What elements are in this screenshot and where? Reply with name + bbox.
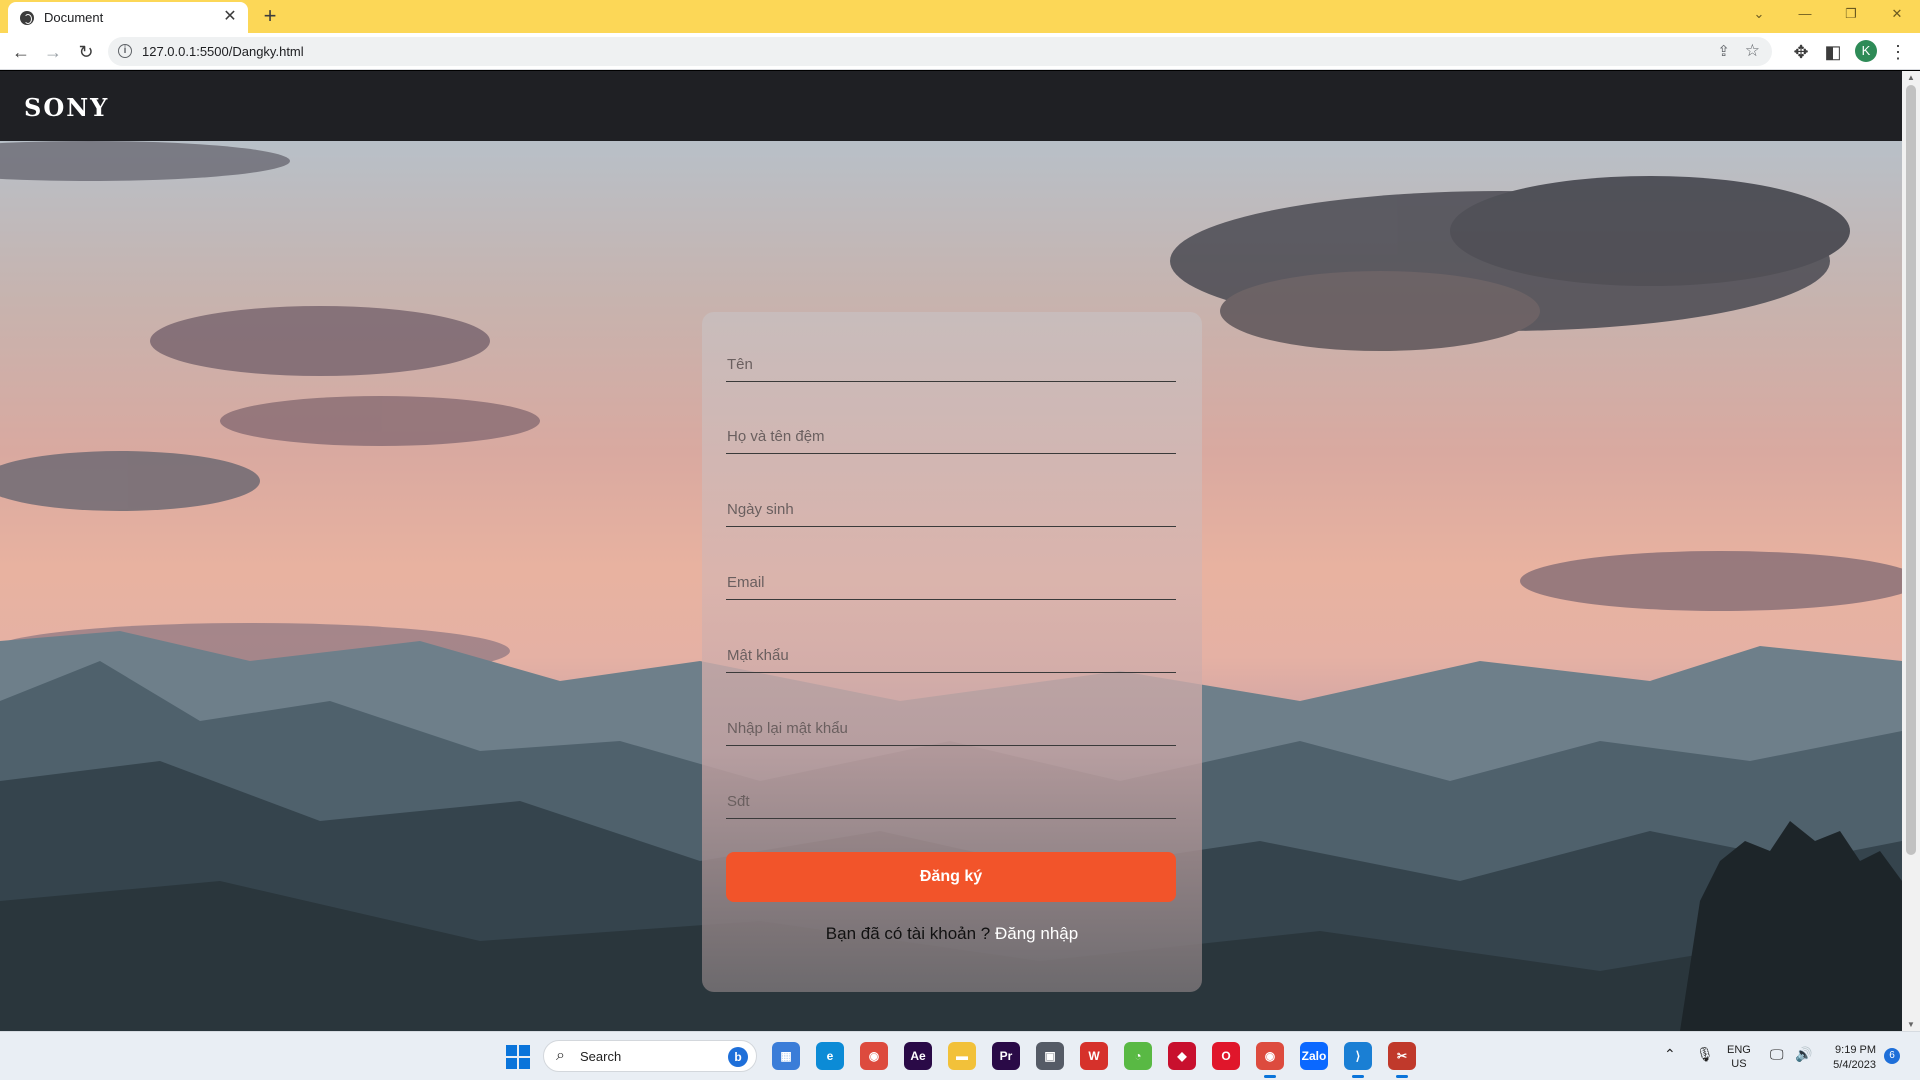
phone-input[interactable] — [726, 775, 1176, 818]
taskbar-clock[interactable]: 9:19 PM 5/4/2023 — [1820, 1043, 1876, 1073]
signup-form: Đăng ký Bạn đã có tài khoản ? Đăng nhập — [702, 312, 1202, 992]
microphone-icon[interactable]: 🎙 — [1696, 1046, 1714, 1063]
browser-toolbar: ← → ↻ i 127.0.0.1:5500/Dangky.html ⇪ ☆ ✥… — [0, 33, 1920, 70]
app-grid-icon[interactable]: ▣ — [1036, 1042, 1064, 1070]
search-icon: ⌕ — [556, 1047, 565, 1064]
premiere-icon[interactable]: Pr — [992, 1042, 1020, 1070]
scrollbar-thumb[interactable] — [1906, 85, 1916, 855]
last-name-input[interactable] — [726, 410, 1176, 453]
share-icon[interactable]: ⇪ — [1717, 42, 1730, 60]
opera-icon[interactable]: O — [1212, 1042, 1240, 1070]
password-field — [726, 629, 1176, 673]
page-viewport: SONY Tên Họ và tên đệm Ngày sinh Email S… — [0, 71, 1902, 1031]
network-icon[interactable]: 🖵 — [1770, 1046, 1784, 1063]
store-icon[interactable]: ▦ — [772, 1042, 800, 1070]
birthdate-field — [726, 483, 1176, 527]
lang-code: ENG — [1727, 1044, 1751, 1056]
window-controls: ⌄ — ❐ ✕ — [1736, 0, 1920, 30]
windows-taskbar: ⌕ Search b ▦ e ◉ Ae ▬ Pr ▣ W ◔ ◆ O ◉ Zalo ⟩ ✂ ⌃ 🎙 ENG … — [0, 1031, 1920, 1080]
address-url[interactable]: 127.0.0.1:5500/Dangky.html — [142, 44, 304, 59]
first-name-input[interactable] — [726, 338, 1176, 381]
tab-close-icon[interactable]: ✕ — [220, 7, 240, 27]
taskbar-search[interactable]: ⌕ Search b — [543, 1040, 757, 1072]
minimize-icon[interactable]: — — [1782, 0, 1828, 30]
notification-badge[interactable]: 6 — [1884, 1048, 1900, 1064]
back-icon[interactable]: ← — [9, 40, 33, 64]
garena-icon[interactable]: ◆ — [1168, 1042, 1196, 1070]
scroll-up-icon[interactable]: ▲ — [1907, 73, 1915, 82]
site-info-icon[interactable]: i — [118, 44, 132, 58]
bing-icon[interactable]: b — [728, 1047, 748, 1067]
extensions-icon[interactable]: ✥ — [1789, 40, 1813, 64]
menu-kebab-icon[interactable]: ⋮ — [1886, 40, 1910, 64]
site-navbar: SONY — [0, 71, 1902, 141]
sony-logo[interactable]: SONY — [24, 93, 109, 122]
chrome-icon[interactable]: ◉ — [860, 1042, 888, 1070]
search-label: Search — [580, 1049, 622, 1064]
scroll-down-icon[interactable]: ▼ — [1907, 1020, 1915, 1029]
email-input[interactable] — [726, 556, 1176, 599]
bookmark-star-icon[interactable]: ☆ — [1745, 41, 1760, 61]
forward-icon[interactable]: → — [41, 40, 65, 64]
green-app-icon[interactable]: ◔ — [1124, 1042, 1152, 1070]
have-account-text: Bạn đã có tài khoản ? — [825, 924, 991, 943]
chrome-profile-icon[interactable]: ◉ — [1256, 1042, 1284, 1078]
tab-favicon-icon — [20, 11, 34, 25]
background-landscape: Đăng ký Bạn đã có tài khoản ? Đăng nhập — [0, 141, 1902, 1031]
birthdate-input[interactable] — [726, 483, 1176, 526]
file-explorer-icon[interactable]: ▬ — [948, 1042, 976, 1070]
snipping-tool-icon[interactable]: ✂ — [1388, 1042, 1416, 1078]
first-name-field — [726, 338, 1176, 382]
restore-icon[interactable]: ❐ — [1828, 0, 1874, 30]
last-name-field — [726, 410, 1176, 454]
tab-search-icon[interactable]: ⌄ — [1736, 0, 1782, 30]
browser-tab[interactable]: Document ✕ — [8, 2, 248, 33]
volume-icon[interactable]: 🔊 — [1795, 1046, 1812, 1063]
profile-avatar[interactable]: K — [1855, 40, 1877, 62]
clock-time: 9:19 PM — [1835, 1044, 1876, 1056]
password-input[interactable] — [726, 629, 1176, 672]
login-link[interactable]: Đăng nhập — [995, 924, 1078, 943]
confirm-password-input[interactable] — [726, 702, 1176, 745]
wps-icon[interactable]: W — [1080, 1042, 1108, 1070]
tray-overflow-icon[interactable]: ⌃ — [1664, 1046, 1676, 1063]
start-button[interactable] — [506, 1045, 530, 1069]
register-button[interactable]: Đăng ký — [726, 852, 1176, 902]
tab-title: Document — [44, 10, 104, 25]
zalo-icon[interactable]: Zalo — [1300, 1042, 1328, 1070]
language-indicator[interactable]: ENG US — [1727, 1043, 1751, 1071]
browser-tab-bar: Document ✕ + ⌄ — ❐ ✕ — [0, 0, 1920, 33]
phone-field — [726, 775, 1176, 819]
clock-date: 5/4/2023 — [1833, 1059, 1876, 1071]
confirm-password-field — [726, 702, 1176, 746]
side-panel-icon[interactable]: ◧ — [1821, 40, 1845, 64]
login-prompt: Bạn đã có tài khoản ? Đăng nhập — [702, 924, 1202, 944]
window-close-icon[interactable]: ✕ — [1874, 0, 1920, 30]
edge-icon[interactable]: e — [816, 1042, 844, 1070]
new-tab-button[interactable]: + — [258, 4, 282, 28]
page-scrollbar[interactable]: ▲ ▼ — [1902, 71, 1920, 1031]
address-bar[interactable]: i 127.0.0.1:5500/Dangky.html ⇪ ☆ — [108, 37, 1772, 66]
vscode-icon[interactable]: ⟩ — [1344, 1042, 1372, 1078]
after-effects-icon[interactable]: Ae — [904, 1042, 932, 1070]
lang-region: US — [1731, 1058, 1747, 1070]
email-field — [726, 556, 1176, 600]
reload-icon[interactable]: ↻ — [74, 40, 98, 64]
